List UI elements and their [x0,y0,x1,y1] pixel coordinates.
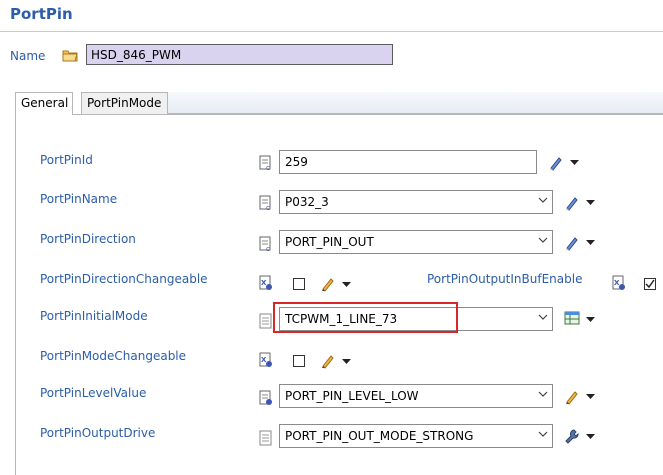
svg-text:c: c [266,164,270,171]
chevron-down-icon[interactable] [586,240,595,246]
port-pin-id-label: PortPinId [40,153,93,167]
svg-text:X: X [261,356,267,364]
title-divider [0,31,663,32]
initial-mode-label: PortPinInitialMode [40,309,148,323]
direction-changeable-label: PortPinDirectionChangeable [40,272,208,286]
port-pin-id-input[interactable]: 259 [279,150,537,174]
chevron-down-icon[interactable] [538,312,548,322]
chevron-down-icon[interactable] [586,394,595,400]
name-label: Name [10,49,46,63]
folder-icon[interactable] [62,49,78,62]
svg-text:c: c [266,204,270,211]
port-pin-name-label: PortPinName [40,192,118,206]
document-icon [259,313,272,329]
chevron-down-icon[interactable] [538,389,548,399]
page-title: PortPin [10,5,73,23]
chevron-down-icon[interactable] [586,317,595,323]
param-icon [259,390,272,405]
checkmark-icon [645,279,655,289]
chevron-down-icon[interactable] [538,429,548,439]
chevron-down-icon[interactable] [538,235,548,245]
output-drive-value: PORT_PIN_OUT_MODE_STRONG [285,429,474,443]
level-value-label: PortPinLevelValue [40,386,147,400]
pencil-calc-icon[interactable] [565,195,579,211]
port-pin-direction-label: PortPinDirection [40,232,136,246]
param-icon: c [259,195,271,211]
port-pin-name-select[interactable]: P032_3 [279,190,553,214]
output-drive-select[interactable]: PORT_PIN_OUT_MODE_STRONG [279,424,553,448]
mode-changeable-label: PortPinModeChangeable [40,349,187,363]
output-in-buf-enable-checkbox[interactable] [644,278,656,290]
highlight-box [273,302,458,333]
tab-strip [168,92,663,114]
svg-text:X: X [614,279,620,287]
output-in-buf-enable-label: PortPinOutputInBufEnable [427,272,583,286]
chevron-down-icon[interactable] [586,434,595,440]
wrench-icon[interactable] [565,429,579,445]
pencil-icon[interactable] [321,276,335,292]
name-field[interactable]: HSD_846_PWM [86,44,393,65]
port-pin-direction-select[interactable]: PORT_PIN_OUT [279,230,553,254]
chevron-down-icon[interactable] [570,160,579,166]
output-drive-label: PortPinOutputDrive [40,426,156,440]
chevron-down-icon[interactable] [342,359,351,365]
chevron-down-icon[interactable] [538,195,548,205]
table-icon[interactable] [564,310,580,326]
param-icon: c [259,155,271,171]
level-value-value: PORT_PIN_LEVEL_LOW [285,389,419,403]
svg-text:c: c [266,245,270,252]
tab-portpinmode[interactable]: PortPinMode [81,92,168,114]
pencil-calc-icon[interactable] [549,155,563,171]
document-icon [259,430,272,446]
param-icon: c [259,236,271,252]
port-pin-name-value: P032_3 [285,195,329,209]
mode-changeable-checkbox[interactable] [293,355,305,367]
svg-text:X: X [261,279,267,287]
port-pin-direction-value: PORT_PIN_OUT [285,235,374,249]
pencil-icon[interactable] [321,353,335,369]
pencil-calc-icon[interactable] [565,235,579,251]
tab-general[interactable]: General [15,92,73,115]
direction-changeable-checkbox[interactable] [293,278,305,290]
level-value-select[interactable]: PORT_PIN_LEVEL_LOW [279,384,553,408]
boolean-param-icon: X [259,352,272,367]
chevron-down-icon[interactable] [586,200,595,206]
boolean-param-icon: X [612,275,625,290]
chevron-down-icon[interactable] [342,282,351,288]
boolean-param-icon: X [259,275,272,290]
pencil-icon[interactable] [565,389,579,405]
